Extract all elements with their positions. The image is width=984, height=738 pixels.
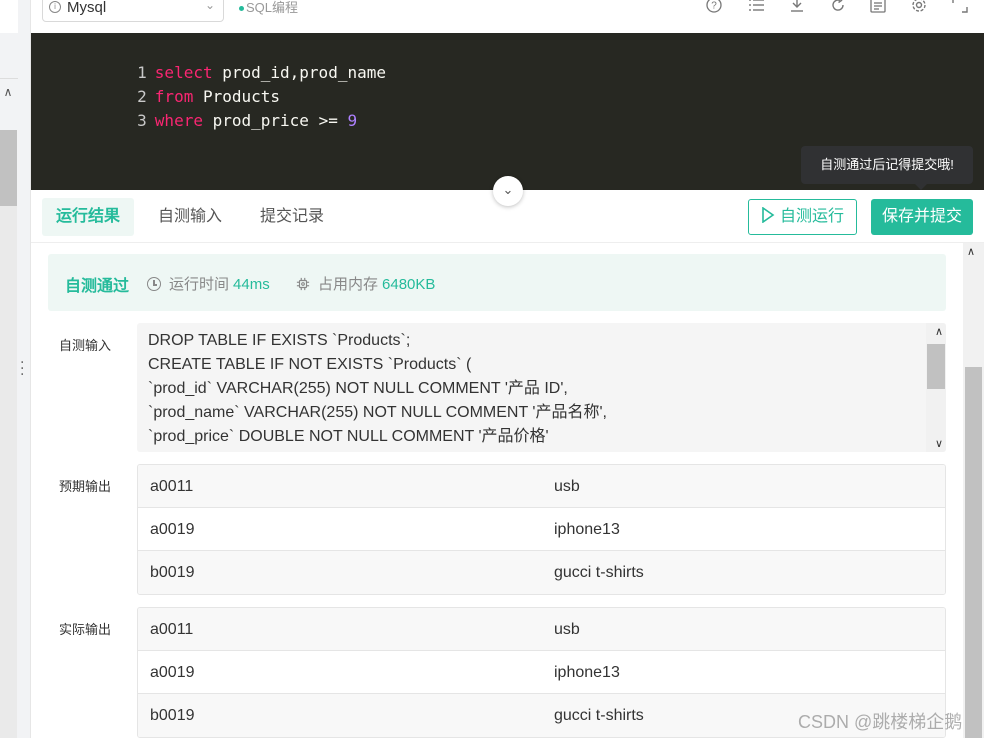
self-test-input-box[interactable]: DROP TABLE IF EXISTS `Products`; CREATE … [137, 323, 946, 452]
tab-self-test-input[interactable]: 自测输入 [144, 198, 236, 236]
memory-stat: 占用内存 6480KB [296, 273, 435, 294]
settings-icon[interactable] [910, 0, 928, 14]
input-scrollbar-thumb[interactable] [927, 344, 945, 389]
template-icon[interactable] [869, 0, 887, 14]
code-line: 3 where prod_price >= 9 [31, 85, 357, 130]
mode-tag: SQL编程 [239, 0, 298, 16]
refresh-icon[interactable] [829, 0, 847, 14]
table-cell: b0019 [150, 707, 195, 724]
list-icon[interactable] [747, 0, 765, 14]
table-row: a0019 iphone13 [138, 508, 945, 551]
svg-text:?: ? [711, 1, 717, 12]
chevron-up-icon[interactable]: ∧ [1, 85, 15, 99]
self-test-run-button[interactable]: 自测运行 [748, 199, 857, 235]
info-icon: i [49, 1, 61, 13]
tab-run-result[interactable]: 运行结果 [42, 198, 135, 236]
expected-output-table: a0011 usb a0019 iphone13 b0019 gucci t-s… [137, 464, 946, 595]
table-cell: gucci t-shirts [554, 564, 644, 581]
table-cell: b0019 [150, 564, 195, 581]
memory-label: 占用内存 [318, 276, 379, 293]
table-row: a0011 usb [138, 465, 945, 508]
actual-output-label: 实际输出 [59, 622, 112, 637]
input-sql-text: DROP TABLE IF EXISTS `Products`; CREATE … [148, 332, 607, 445]
scroll-up-icon[interactable]: ∧ [935, 325, 943, 338]
memory-value: 6480KB [382, 276, 436, 293]
table-cell: a0011 [150, 621, 194, 638]
editor-toolbar: i Mysql ⌄ SQL编程 ? [31, 0, 984, 33]
download-icon[interactable] [788, 0, 806, 14]
tab-submission-history[interactable]: 提交记录 [246, 198, 338, 236]
code-editor[interactable]: 1 select prod_id,prod_name 2 from Products… [31, 33, 984, 206]
input-label: 自测输入 [59, 338, 112, 353]
left-strip-top [0, 0, 18, 33]
language-select[interactable]: i Mysql ⌄ [42, 0, 224, 22]
resize-handle-icon[interactable]: · · · [20, 356, 26, 382]
table-cell: usb [554, 621, 580, 638]
mode-tag-label: SQL编程 [246, 0, 299, 15]
chevron-down-icon: ⌄ [502, 183, 514, 198]
language-label: Mysql [67, 0, 107, 16]
code-line: 2 from Products [31, 61, 280, 106]
code-text: prod_price >= [202, 111, 348, 130]
sql-practice-window: ∧ · · · i Mysql ⌄ SQL编程 ? 1 select prod_… [0, 0, 984, 738]
scroll-down-icon[interactable]: ∨ [935, 437, 943, 450]
runtime-label: 运行时间 [169, 276, 230, 293]
chip-icon [296, 277, 310, 291]
watermark: CSDN @跳楼梯企鹅 [798, 712, 963, 732]
runtime-stat: 运行时间 44ms [147, 273, 270, 294]
fullscreen-icon[interactable] [951, 0, 969, 14]
sql-keyword: where [154, 111, 203, 130]
left-strip-divider [0, 78, 18, 79]
table-cell: iphone13 [554, 521, 620, 538]
chevron-down-icon: ⌄ [204, 0, 215, 12]
clock-icon [147, 277, 161, 291]
line-number: 3 [137, 111, 147, 130]
runtime-value: 44ms [233, 276, 270, 293]
play-icon [762, 206, 775, 224]
table-cell: gucci t-shirts [554, 707, 644, 724]
left-scrollbar-thumb[interactable] [0, 130, 17, 206]
table-cell: a0019 [150, 664, 195, 681]
sql-number: 9 [347, 111, 358, 130]
table-row: b0019 gucci t-shirts [138, 551, 945, 594]
results-panel: 自测通过 运行时间 44ms 占用内存 6480KB 自测输入 DROP TABLE… [31, 243, 963, 738]
status-banner: 自测通过 运行时间 44ms 占用内存 6480KB [48, 254, 946, 311]
left-scrollbar-track[interactable] [0, 130, 17, 738]
table-row: a0019 iphone13 [138, 651, 945, 694]
run-button-label: 自测运行 [779, 208, 844, 225]
submit-reminder-tooltip: 自测通过后记得提交哦! [801, 146, 973, 190]
collapse-panel-button[interactable]: ⌄ [493, 176, 523, 206]
results-scrollbar[interactable]: ∧ [963, 243, 984, 738]
table-cell: a0019 [150, 521, 195, 538]
left-panel-strip: ∧ · · · [0, 0, 31, 738]
save-and-submit-button[interactable]: 保存并提交 [871, 199, 973, 235]
table-cell: a0011 [150, 478, 194, 495]
table-cell: usb [554, 478, 580, 495]
status-label: 自测通过 [65, 278, 130, 295]
scroll-up-icon[interactable]: ∧ [967, 245, 975, 258]
table-row: a0011 usb [138, 608, 945, 651]
help-icon[interactable]: ? [705, 0, 723, 14]
results-scrollbar-thumb[interactable] [965, 367, 982, 738]
expected-output-label: 预期输出 [59, 479, 112, 494]
code-line: 1 select prod_id,prod_name [31, 37, 386, 82]
table-cell: iphone13 [554, 664, 620, 681]
